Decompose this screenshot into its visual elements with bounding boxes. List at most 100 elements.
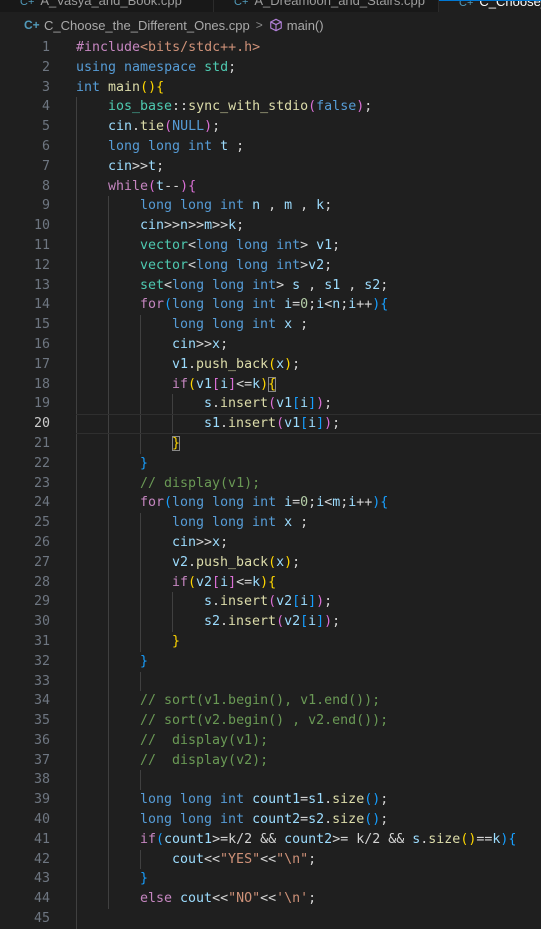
code-line[interactable]: 13 set<long long int> s , s1 , s2; bbox=[0, 275, 541, 296]
breadcrumb-function[interactable]: main() bbox=[287, 18, 324, 33]
code-text: s.insert(v2[i]); bbox=[204, 592, 332, 612]
code-line[interactable]: 14 for(long long int i=0;i<n;i++){ bbox=[0, 295, 541, 316]
code-token: using bbox=[76, 59, 125, 75]
code-line[interactable]: 20 s1.insert(v1[i]); bbox=[0, 414, 541, 434]
line-number: 33 bbox=[33, 673, 50, 689]
code-line[interactable]: 24 for(long long int i=0;i<m;i++){ bbox=[0, 493, 541, 514]
indent-guide bbox=[76, 216, 77, 236]
code-token: ; bbox=[380, 277, 389, 293]
code-line[interactable]: 37 // display(v2); bbox=[0, 750, 541, 771]
code-line[interactable]: 41 if(count1>=k/2 && count2>= k/2 && s.si… bbox=[0, 829, 541, 850]
code-line[interactable]: 33 bbox=[0, 671, 541, 692]
code-token: i bbox=[220, 574, 229, 590]
code-token: = bbox=[292, 297, 301, 313]
code-token: cin bbox=[108, 119, 133, 135]
code-text: while(t--){ bbox=[108, 177, 196, 197]
code-line[interactable]: 12 vector<long long int>v2; bbox=[0, 255, 541, 276]
line-number: 43 bbox=[33, 871, 50, 887]
code-token: i bbox=[220, 376, 229, 392]
code-token: ; bbox=[292, 515, 309, 531]
breadcrumb-file[interactable]: C_Choose_the_Different_Ones.cpp bbox=[44, 18, 250, 33]
code-text: int main(){ bbox=[76, 78, 164, 98]
code-line[interactable]: 30 s2.insert(v2[i]); bbox=[0, 612, 541, 632]
code-line[interactable]: 17 v1.push_back(x); bbox=[0, 354, 541, 375]
line-number: 2 bbox=[41, 59, 50, 75]
code-line[interactable]: 34 // sort(v1.begin(), v1.end()); bbox=[0, 691, 541, 712]
code-text: cin.tie(NULL); bbox=[108, 117, 220, 137]
line-number: 30 bbox=[33, 614, 50, 630]
code-line[interactable]: 16 cin>>x; bbox=[0, 334, 541, 355]
code-token: long long int bbox=[140, 198, 253, 214]
tab-dreamoon[interactable]: C+ A_Dreamoon_and_Stairs.cpp bbox=[214, 0, 439, 12]
code-token: size bbox=[332, 792, 365, 808]
code-line[interactable]: 11 vector<long long int> v1; bbox=[0, 235, 541, 256]
code-token: '\n' bbox=[276, 891, 309, 907]
line-number: 23 bbox=[33, 475, 50, 491]
code-line[interactable]: 22} bbox=[0, 453, 541, 474]
indent-guide bbox=[76, 552, 77, 573]
tab-vasya[interactable]: C+ A_Vasya_and_Book.cpp bbox=[0, 0, 214, 12]
code-line[interactable]: 4 ios_base::sync_with_stdio(false); bbox=[0, 97, 541, 118]
indent-guide bbox=[76, 255, 77, 276]
code-line[interactable]: 3 int main(){ bbox=[0, 78, 541, 98]
code-token: ; bbox=[324, 396, 333, 412]
code-editor[interactable]: 1 #include<bits/stdc++.h> 2 using namespace… bbox=[0, 38, 541, 929]
code-token: size bbox=[332, 812, 365, 828]
code-line[interactable]: 5 cin.tie(NULL); bbox=[0, 117, 541, 137]
code-line[interactable]: 29 s.insert(v2[i]); bbox=[0, 592, 541, 613]
code-line[interactable]: 19 s.insert(v1[i]); bbox=[0, 394, 541, 415]
code-line[interactable]: 6 long long int t ; bbox=[0, 136, 541, 157]
code-line[interactable]: 15 long long int x ; bbox=[0, 315, 541, 335]
code-line[interactable]: 42 cout<<"YES"<<"\n"; bbox=[0, 849, 541, 870]
code-token: s bbox=[204, 396, 213, 412]
code-token: ( bbox=[164, 119, 173, 135]
code-token: ] bbox=[228, 376, 237, 392]
code-line[interactable]: 23 // display(v1); bbox=[0, 473, 541, 494]
code-text: // sort(v2.begin() , v2.end()); bbox=[140, 711, 388, 731]
tab-choose-active[interactable]: C+ C_Choose_t bbox=[439, 0, 541, 12]
indent-guide bbox=[76, 651, 77, 672]
code-text: vector<long long int>v2; bbox=[140, 256, 332, 276]
line-number: 34 bbox=[33, 693, 50, 709]
code-line[interactable]: 31} bbox=[0, 631, 541, 652]
line-number: 4 bbox=[41, 99, 50, 115]
code-token: long long int bbox=[196, 257, 301, 273]
code-line[interactable]: 9 long long int n , m , k; bbox=[0, 196, 541, 217]
code-token: ++ bbox=[356, 495, 373, 511]
code-line[interactable]: 8 while(t--){ bbox=[0, 176, 541, 197]
indent-guide bbox=[140, 552, 141, 573]
code-line[interactable]: 40 long long int count2=s2.size(); bbox=[0, 810, 541, 830]
code-line[interactable]: 1 #include<bits/stdc++.h> bbox=[0, 38, 541, 58]
code-line[interactable]: 44 else cout<<"NO"<<'\n'; bbox=[0, 889, 541, 910]
code-line[interactable]: 7 cin>>t; bbox=[0, 156, 541, 177]
code-token: () bbox=[140, 79, 157, 95]
cpp-file-icon: C+ bbox=[234, 0, 249, 8]
indent-guide bbox=[76, 176, 77, 197]
code-line[interactable]: 25 long long int x ; bbox=[0, 513, 541, 533]
code-line[interactable]: 39 long long int count1=s1.size(); bbox=[0, 790, 541, 811]
line-number: 42 bbox=[33, 851, 50, 867]
code-line[interactable]: 26 cin>>x; bbox=[0, 532, 541, 553]
code-text: if(count1>=k/2 && count2>= k/2 && s.size… bbox=[140, 830, 516, 850]
code-token: i bbox=[316, 297, 325, 313]
code-line[interactable]: 35 // sort(v2.begin() , v2.end()); bbox=[0, 711, 541, 731]
code-token: ] bbox=[308, 594, 317, 610]
code-line[interactable]: 2 using namespace std; bbox=[0, 58, 541, 78]
code-token: ] bbox=[316, 614, 325, 630]
code-token: main bbox=[108, 79, 141, 95]
code-line[interactable]: 38 bbox=[0, 770, 541, 791]
code-line[interactable]: 36 // display(v1); bbox=[0, 730, 541, 751]
code-line[interactable]: 28 if(v2[i]<=k){ bbox=[0, 572, 541, 593]
line-number: 22 bbox=[33, 455, 50, 471]
code-line[interactable]: 21} bbox=[0, 433, 541, 454]
indent-guide bbox=[140, 671, 141, 692]
code-token: ( bbox=[188, 574, 197, 590]
code-line[interactable]: 45 bbox=[0, 909, 541, 929]
code-token: push_back bbox=[196, 554, 269, 570]
code-line[interactable]: 18 if(v1[i]<=k){ bbox=[0, 374, 541, 395]
code-line[interactable]: 32} bbox=[0, 651, 541, 672]
code-line[interactable]: 27 v2.push_back(x); bbox=[0, 552, 541, 573]
code-line[interactable]: 43} bbox=[0, 869, 541, 890]
code-line[interactable]: 10 cin>>n>>m>>k; bbox=[0, 216, 541, 236]
code-token: v1 bbox=[196, 376, 213, 392]
